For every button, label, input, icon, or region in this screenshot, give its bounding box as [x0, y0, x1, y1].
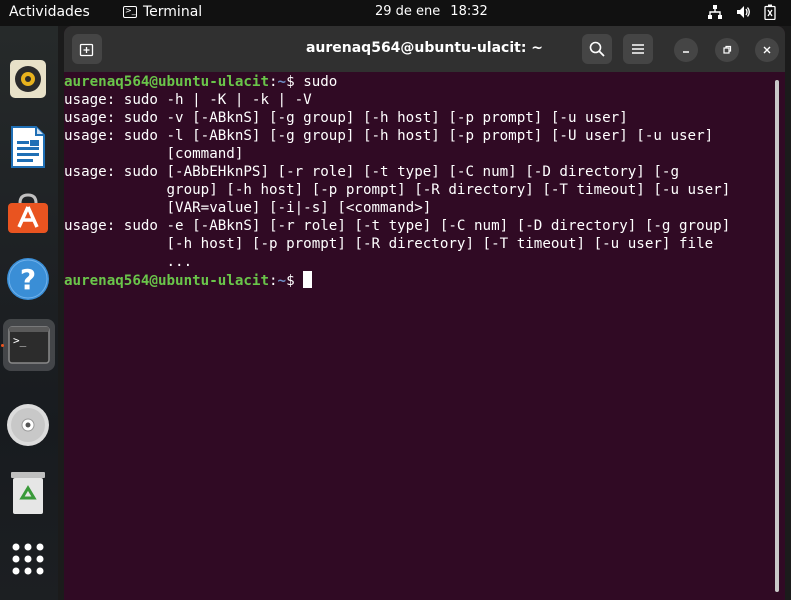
dock: ? >_	[0, 26, 58, 600]
close-button[interactable]	[755, 38, 779, 62]
prompt-separator: :	[269, 74, 278, 90]
top-bar: Actividades >_ Terminal 29 de ene 18:32	[0, 0, 791, 26]
active-indicator	[1, 344, 4, 347]
help-icon: ?	[7, 258, 49, 300]
hamburger-menu-icon	[632, 44, 644, 54]
output-line: [command]	[64, 146, 244, 162]
show-apps-button[interactable]	[5, 536, 51, 582]
prompt-user: aurenaq564@ubuntu-ulacit	[64, 74, 269, 90]
svg-text:>_: >_	[13, 334, 27, 347]
prompt-separator: :	[269, 273, 278, 289]
svg-text:?: ?	[20, 263, 36, 296]
libreoffice-writer-icon	[11, 126, 45, 168]
trash-icon	[11, 472, 45, 514]
terminal-small-icon: >_	[123, 6, 137, 18]
prompt-line: aurenaq564@ubuntu-ulacit:~$ sudo	[64, 73, 770, 91]
dock-item-trash[interactable]	[5, 470, 51, 516]
search-button[interactable]	[582, 34, 612, 64]
dock-item-software[interactable]	[5, 190, 51, 236]
search-icon	[589, 41, 605, 57]
minimize-icon	[683, 51, 689, 53]
app-name: Terminal	[143, 4, 203, 20]
output-line: usage: sudo -e [-ABknS] [-r role] [-t ty…	[64, 218, 731, 234]
dock-item-terminal[interactable]: >_	[3, 319, 55, 371]
network-icon	[708, 5, 722, 19]
clock-time: 18:32	[450, 4, 488, 19]
prompt-line-current: aurenaq564@ubuntu-ulacit:~$	[64, 271, 770, 289]
dock-item-help[interactable]: ?	[5, 256, 51, 302]
maximize-button[interactable]	[715, 38, 739, 62]
menu-button[interactable]	[623, 34, 653, 64]
terminal-icon: >_	[8, 326, 50, 364]
terminal-window: aurenaq564@ubuntu-ulacit: ~ aurenaq564@u…	[64, 26, 785, 600]
terminal-output[interactable]: aurenaq564@ubuntu-ulacit:~$ sudo usage: …	[64, 72, 770, 600]
prompt-symbol: $	[286, 74, 295, 90]
command-text: sudo	[303, 74, 338, 90]
title-bar[interactable]: aurenaq564@ubuntu-ulacit: ~	[64, 26, 785, 72]
output-line: group] [-h host] [-p prompt] [-R directo…	[64, 182, 731, 198]
output-line: [VAR=value] [-i|-s] [<command>]	[64, 200, 432, 216]
clock[interactable]: 29 de ene 18:32	[375, 4, 488, 19]
app-grid-icon	[12, 543, 44, 575]
scrollbar[interactable]	[775, 80, 779, 592]
battery-icon	[764, 4, 776, 20]
dvd-icon	[7, 404, 49, 446]
output-line: usage: sudo -v [-ABknS] [-g group] [-h h…	[64, 110, 628, 126]
close-icon	[763, 46, 771, 54]
restore-icon	[723, 45, 732, 54]
output-line: ...	[64, 254, 193, 270]
dock-item-rhythmbox[interactable]	[5, 56, 51, 102]
text-cursor	[303, 271, 313, 288]
dock-item-dvd[interactable]	[5, 402, 51, 448]
output-line: usage: sudo [-ABbEHknPS] [-r role] [-t t…	[64, 164, 679, 180]
prompt-path: ~	[277, 74, 287, 90]
output-line: usage: sudo -l [-ABknS] [-g group] [-h h…	[64, 128, 714, 144]
prompt-symbol: $	[286, 273, 295, 289]
prompt-user: aurenaq564@ubuntu-ulacit	[64, 273, 269, 289]
system-tray[interactable]	[707, 4, 777, 20]
output-line: usage: sudo -h | -K | -k | -V	[64, 92, 312, 108]
prompt-path: ~	[277, 273, 287, 289]
ubuntu-software-icon	[8, 193, 48, 233]
output-line: [-h host] [-p prompt] [-R directory] [-T…	[64, 236, 714, 252]
rhythmbox-icon	[10, 60, 46, 98]
minimize-button[interactable]	[674, 38, 698, 62]
volume-icon	[737, 6, 750, 18]
dock-item-writer[interactable]	[5, 124, 51, 170]
clock-date: 29 de ene	[375, 4, 441, 19]
app-menu[interactable]: >_ Terminal	[123, 4, 202, 20]
activities-button[interactable]: Actividades	[9, 4, 90, 20]
